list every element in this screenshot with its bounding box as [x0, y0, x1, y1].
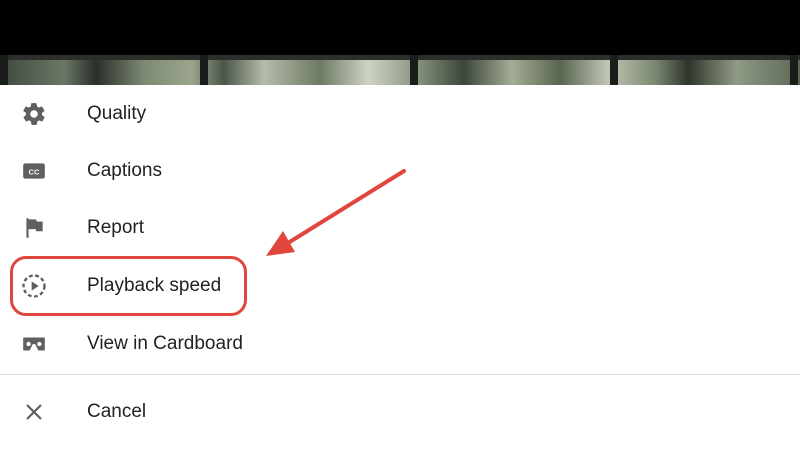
window-frame-bar [200, 55, 208, 85]
menu-divider [0, 374, 800, 375]
cc-icon: CC [20, 157, 48, 185]
menu-item-label: Quality [87, 102, 147, 124]
menu-item-label: Captions [87, 159, 162, 181]
annotation-highlight-box [10, 256, 247, 316]
window-frame-bar [790, 55, 798, 85]
close-icon [20, 398, 48, 426]
cardboard-icon [20, 330, 48, 358]
cancel-button[interactable]: Cancel [0, 383, 800, 440]
gear-icon [20, 100, 48, 128]
cancel-label: Cancel [87, 400, 147, 422]
flag-icon [20, 214, 48, 242]
video-player-area[interactable] [0, 0, 800, 85]
menu-item-quality[interactable]: Quality [0, 85, 800, 142]
menu-item-captions[interactable]: CC Captions [0, 142, 800, 199]
menu-item-label: View in Cardboard [87, 332, 243, 354]
video-frame-edge [0, 55, 800, 60]
svg-text:CC: CC [29, 167, 40, 176]
menu-item-report[interactable]: Report [0, 199, 800, 256]
video-frame [0, 55, 800, 85]
window-frame-bar [610, 55, 618, 85]
page: Quality CC Captions Report Playback spee… [0, 0, 800, 450]
menu-item-view-in-cardboard[interactable]: View in Cardboard [0, 315, 800, 372]
menu-item-label: Report [87, 216, 145, 238]
window-frame-bar [410, 55, 418, 85]
window-frame-bar [0, 55, 8, 85]
